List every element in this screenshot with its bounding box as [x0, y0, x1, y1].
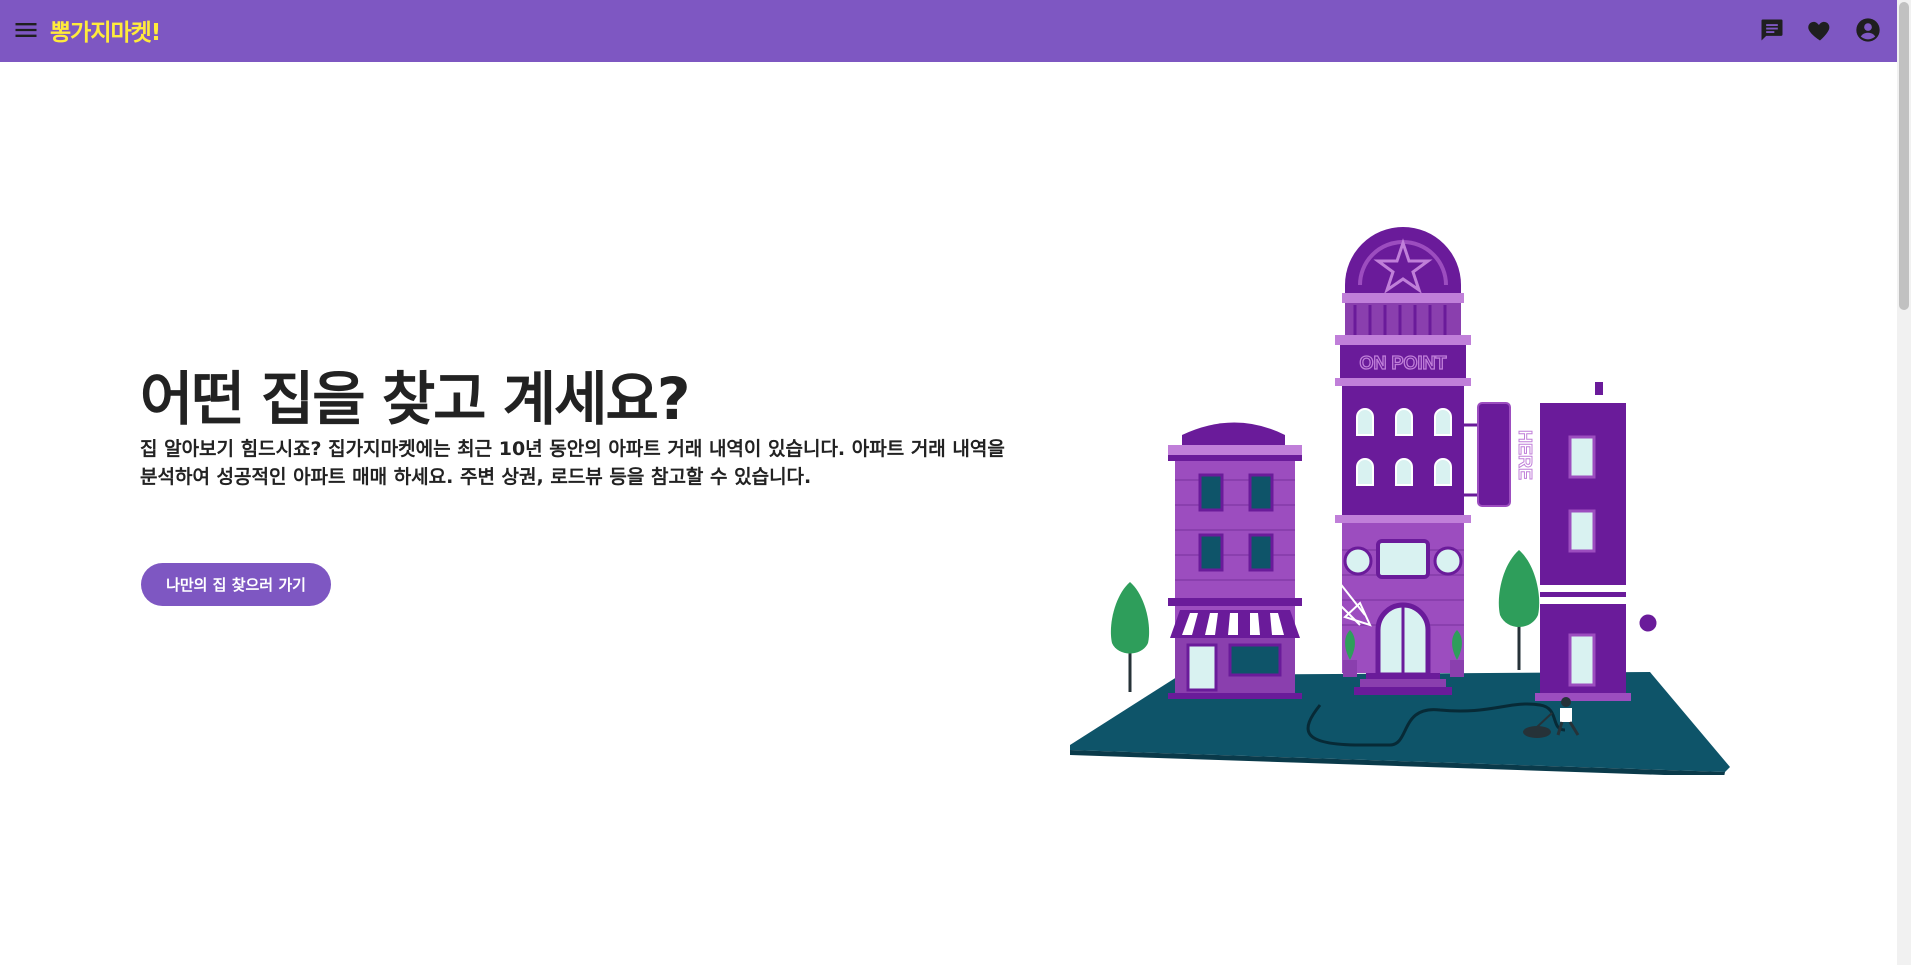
app-logo[interactable]: 뽕가지마켓!: [50, 13, 161, 47]
hanging-sign: HERE: [1464, 402, 1536, 507]
marquee-sign: ON POINT: [1359, 353, 1446, 373]
left-building: [1168, 422, 1302, 699]
right-building: [1535, 382, 1660, 701]
app-bar: 뽕가지마켓!: [0, 0, 1897, 62]
tree-right: [1498, 550, 1540, 670]
center-building: ON POINT: [1319, 227, 1471, 695]
tree-left: [1110, 582, 1150, 692]
favorites-button[interactable]: [1806, 16, 1834, 44]
menu-button[interactable]: [12, 16, 40, 44]
svg-text:HERE: HERE: [1515, 430, 1535, 480]
hero-description: 집 알아보기 힘드시죠? 집가지마켓에는 최근 10년 동안의 아파트 거래 내…: [140, 438, 1005, 488]
menu-icon: [15, 23, 37, 37]
page-scrollbar[interactable]: [1897, 0, 1911, 965]
chat-button[interactable]: [1758, 16, 1786, 44]
hero-title: 어떤 집을 찾고 계세요?: [140, 365, 690, 433]
chat-icon: [1761, 19, 1783, 41]
city-buildings-illustration: ON POINT HERE: [1070, 227, 1730, 775]
scrollbar-thumb[interactable]: [1899, 2, 1909, 310]
account-button[interactable]: [1854, 16, 1882, 44]
account-circle-icon: [1856, 18, 1880, 42]
find-my-home-button[interactable]: 나만의 집 찾으러 가기: [141, 563, 331, 606]
heart-icon: [1808, 21, 1830, 41]
